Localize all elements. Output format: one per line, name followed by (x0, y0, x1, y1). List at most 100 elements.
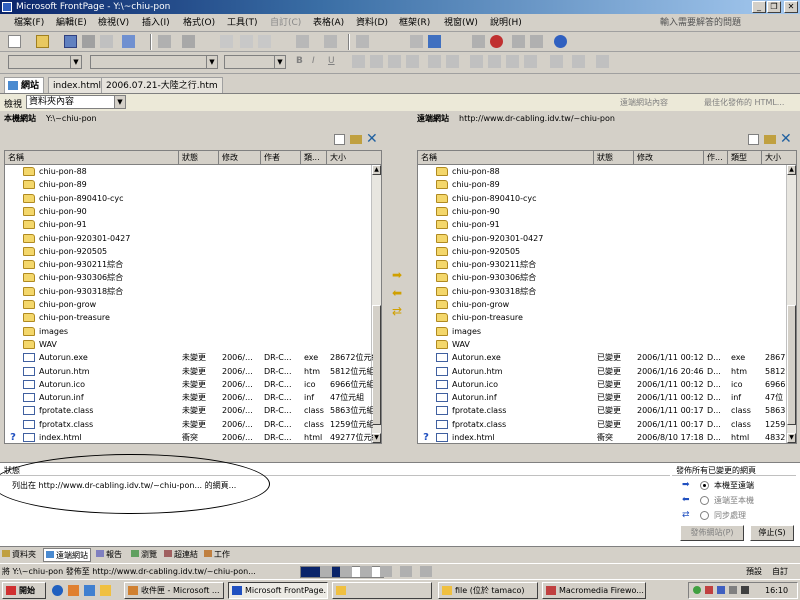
layer-icon[interactable] (356, 35, 369, 48)
folder-row[interactable]: chiu-pon-890410-cyc (418, 192, 796, 205)
file-row[interactable]: Autorun.inf 已變更 2006/1/11 00:12 D... inf 47位 (418, 391, 796, 404)
highlight-icon[interactable] (572, 55, 585, 68)
increase-font-icon[interactable] (428, 55, 441, 68)
column-status[interactable]: 狀態 (179, 151, 219, 165)
cut-icon[interactable] (220, 35, 233, 48)
delete-icon[interactable]: ✕ (366, 131, 378, 147)
view-reports[interactable]: 報告 (96, 548, 122, 562)
ask-question-box[interactable]: 輸入需要解答的問題 (660, 16, 780, 30)
minimize-button[interactable]: _ (752, 1, 766, 13)
folder-row[interactable]: chiu-pon-930211綜合 (418, 258, 796, 271)
menu-data[interactable]: 資料(D) (356, 16, 388, 30)
folder-row[interactable]: WAV (418, 338, 796, 351)
folder-row[interactable]: chiu-pon-treasure (5, 311, 381, 324)
bookmark-icon[interactable] (530, 35, 543, 48)
internet-explorer-icon[interactable] (52, 585, 63, 596)
menu-view[interactable]: 檢視(V) (98, 16, 129, 30)
menu-edit[interactable]: 編輯(E) (56, 16, 87, 30)
align-left-icon[interactable] (352, 55, 365, 68)
publish-left-arrow-icon[interactable]: ⬅ (392, 286, 402, 300)
table-icon[interactable] (512, 35, 525, 48)
file-row[interactable]: Autorun.inf 未變更 2006/... DR-C... inf 47位元組 (5, 391, 381, 404)
menu-tools[interactable]: 工具(T) (227, 16, 258, 30)
tab-website[interactable]: 網站 (4, 77, 45, 93)
folder-row[interactable]: chiu-pon-89 (5, 178, 381, 191)
new-page-icon[interactable] (748, 134, 759, 145)
folder-row[interactable]: chiu-pon-grow (5, 298, 381, 311)
file-row[interactable]: ? index.html 衝突 2006/... DR-C... html 49277位元組 (5, 431, 381, 443)
folder-row[interactable]: chiu-pon-930306綜合 (5, 271, 381, 284)
italic-icon[interactable]: I (312, 55, 325, 68)
task-frontpage[interactable]: Microsoft FrontPage... (228, 582, 328, 599)
folder-row[interactable]: chiu-pon-920301-0427 (5, 232, 381, 245)
view-tasks[interactable]: 工作 (204, 548, 230, 562)
folder-row[interactable]: chiu-pon-930318綜合 (5, 285, 381, 298)
redo-icon[interactable] (324, 35, 337, 48)
maximize-button[interactable]: ❐ (767, 1, 781, 13)
hyperlink-icon[interactable] (472, 35, 485, 48)
column-size[interactable]: 大小 (762, 151, 796, 165)
menu-file[interactable]: 檔案(F) (14, 16, 44, 30)
view-folders[interactable]: 資料夾 (2, 548, 36, 562)
justify-icon[interactable] (406, 55, 419, 68)
desktop-icon[interactable] (84, 585, 95, 596)
close-button[interactable]: ✕ (784, 1, 798, 13)
spelling-icon[interactable] (182, 35, 195, 48)
folder-row[interactable]: chiu-pon-930211綜合 (5, 258, 381, 271)
column-type[interactable]: 類... (301, 151, 327, 165)
file-row[interactable]: Autorun.htm 已變更 2006/1/16 20:46 D... htm 5812 (418, 365, 796, 378)
open-icon[interactable] (36, 35, 49, 48)
delete-icon[interactable]: ✕ (780, 131, 792, 147)
view-dropdown[interactable]: 資料夾內容 ▼ (26, 95, 126, 109)
remote-to-local-radio[interactable] (700, 496, 709, 505)
task-file[interactable]: file (位於 tamaco) (438, 582, 538, 599)
folder-row[interactable]: chiu-pon-920505 (418, 245, 796, 258)
folder-row[interactable]: chiu-pon-grow (418, 298, 796, 311)
new-page-icon[interactable] (8, 35, 21, 48)
optimize-html-link[interactable]: 最佳化發佈的 HTML... (704, 97, 784, 108)
save-icon[interactable] (64, 35, 77, 48)
align-right-icon[interactable] (388, 55, 401, 68)
folder-row[interactable]: chiu-pon-91 (5, 218, 381, 231)
file-row[interactable]: fprotate.class 已變更 2006/1/11 00:17 D... clas… (418, 404, 796, 417)
folder-row[interactable]: chiu-pon-treasure (418, 311, 796, 324)
folder-row[interactable]: chiu-pon-920301-0427 (418, 232, 796, 245)
file-row[interactable]: fprotate.class 未變更 2006/... DR-C... class 586… (5, 404, 381, 417)
column-status[interactable]: 狀態 (594, 151, 634, 165)
publish-right-arrow-icon[interactable]: ➡ (392, 268, 402, 282)
undo-icon[interactable] (296, 35, 309, 48)
folder-row[interactable]: chiu-pon-89 (418, 178, 796, 191)
picture-icon[interactable] (410, 35, 423, 48)
column-modified[interactable]: 修改 (219, 151, 261, 165)
view-hyperlinks[interactable]: 超連結 (164, 548, 198, 562)
task-inbox[interactable]: 收件匣 - Microsoft ... (124, 582, 224, 599)
stop-button[interactable]: 停止(S) (750, 525, 794, 541)
border-icon[interactable] (550, 55, 563, 68)
menu-frames[interactable]: 框架(R) (399, 16, 430, 30)
synchronize-arrows-icon[interactable]: ⇄ (392, 304, 402, 318)
file-row[interactable]: Autorun.exe 已變更 2006/1/11 00:12 D... exe 2867 (418, 351, 796, 364)
new-folder-icon[interactable] (764, 135, 776, 144)
folder-row[interactable]: chiu-pon-930306綜合 (418, 271, 796, 284)
insert-component-icon[interactable] (158, 35, 171, 48)
help-icon[interactable] (554, 35, 567, 48)
folder-icon[interactable] (100, 585, 111, 596)
column-size[interactable]: 大小 (327, 151, 381, 165)
tab-trip-page[interactable]: 2006.07.21-大陸之行.htm (101, 77, 223, 93)
start-button[interactable]: 開始 (2, 582, 46, 599)
file-row[interactable]: Autorun.htm 未變更 2006/... DR-C... htm 5812位元組 (5, 365, 381, 378)
column-name[interactable]: 名稱 (418, 151, 594, 165)
file-row[interactable]: Autorun.ico 未變更 2006/... DR-C... ico 6966位元組 (5, 378, 381, 391)
view-navigation[interactable]: 瀏覽 (131, 548, 157, 562)
tray-messenger-icon[interactable] (717, 586, 725, 594)
folder-row[interactable]: chiu-pon-930318綜合 (418, 285, 796, 298)
indent-icon[interactable] (506, 55, 519, 68)
menu-window[interactable]: 視窗(W) (444, 16, 478, 30)
column-author[interactable]: 作... (704, 151, 728, 165)
style-dropdown[interactable]: ▼ (8, 55, 82, 69)
folder-row[interactable]: chiu-pon-91 (418, 218, 796, 231)
remote-site-content-link[interactable]: 遠端網站內容 (620, 97, 668, 108)
folder-row[interactable]: images (418, 325, 796, 338)
column-author[interactable]: 作者 (261, 151, 301, 165)
outdent-icon[interactable] (524, 55, 537, 68)
